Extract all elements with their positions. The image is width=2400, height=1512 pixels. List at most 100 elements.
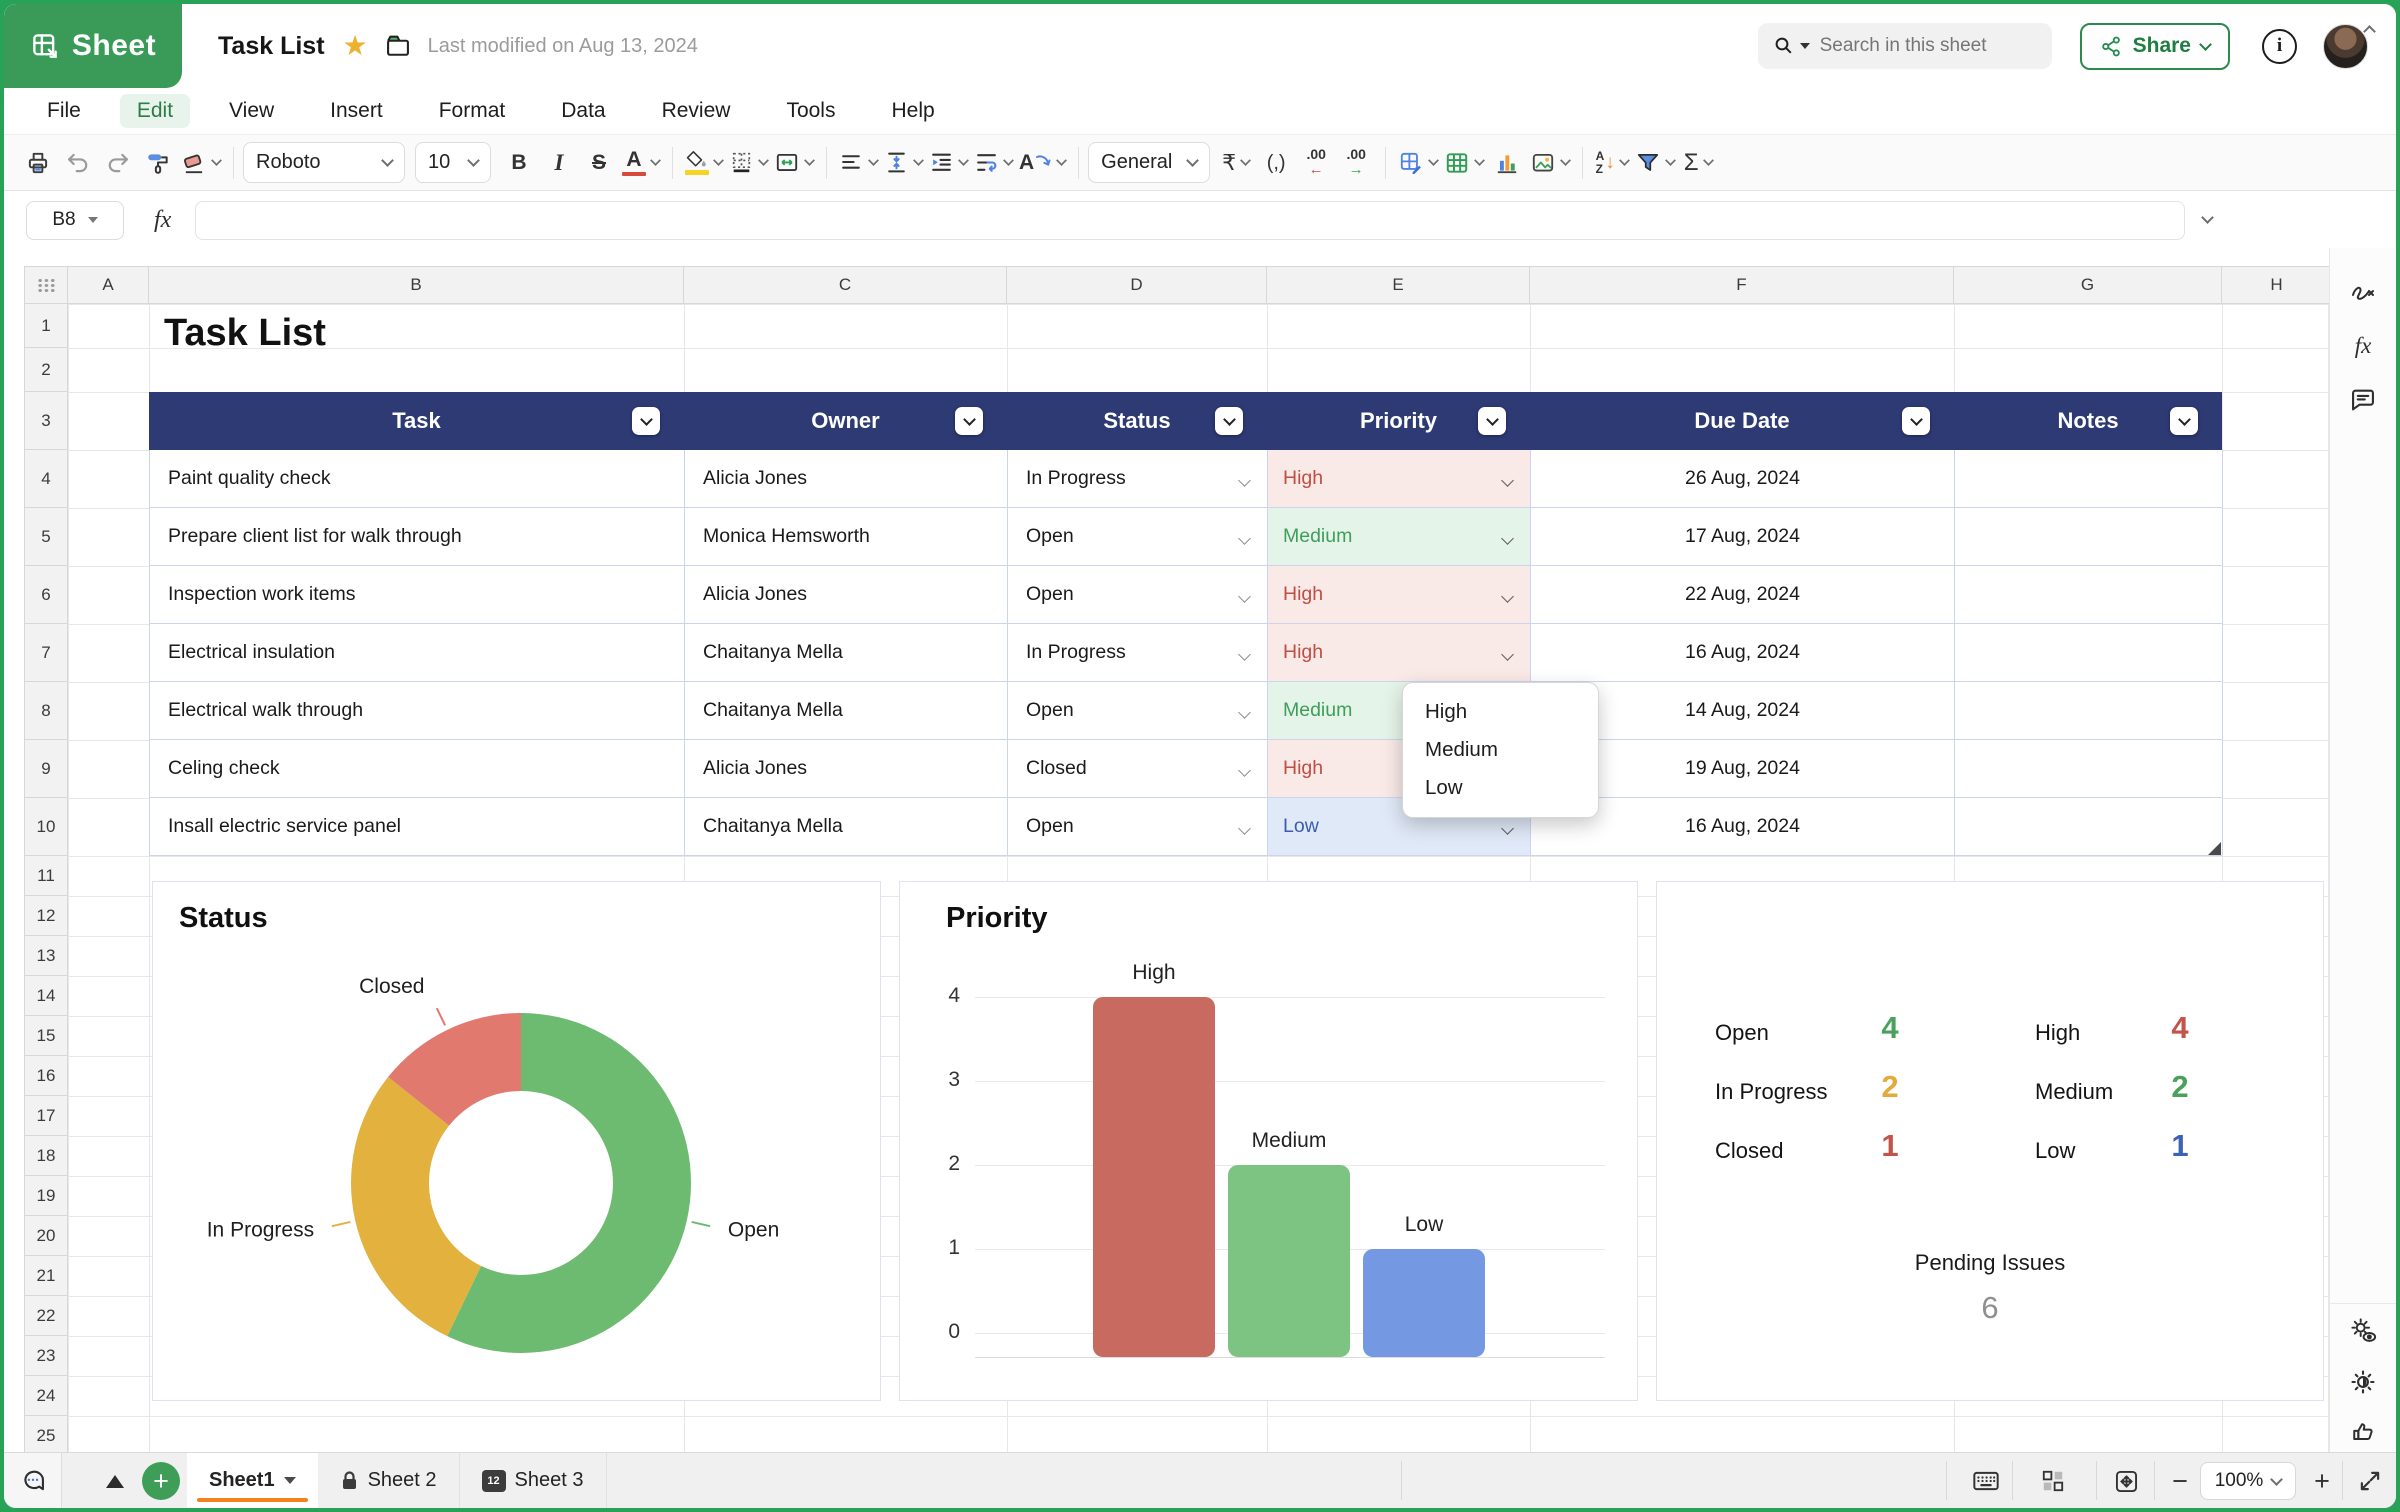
functions-icon[interactable]: fx xyxy=(2341,324,2385,368)
insert-image-button[interactable] xyxy=(1527,142,1573,184)
chevron-down-icon[interactable] xyxy=(1238,822,1251,835)
cell-owner[interactable]: Chaitanya Mella xyxy=(685,798,1008,855)
chevron-down-icon[interactable] xyxy=(1501,532,1514,545)
zia-assistant-icon[interactable] xyxy=(2341,270,2385,314)
decrease-decimal-button[interactable]: .00← xyxy=(1296,142,1336,184)
collapse-toolbar-button[interactable] xyxy=(2365,20,2374,38)
cell-notes[interactable] xyxy=(1955,566,2223,623)
column-header-c[interactable]: C xyxy=(684,266,1007,304)
comments-icon[interactable] xyxy=(2341,378,2385,422)
cell-notes[interactable] xyxy=(1955,624,2223,681)
tab-menu-caret-icon[interactable] xyxy=(284,1477,296,1484)
row-header-5[interactable]: 5 xyxy=(25,508,68,566)
row-header-18[interactable]: 18 xyxy=(25,1136,68,1176)
formula-input[interactable] xyxy=(195,201,2185,240)
fit-to-screen-button[interactable] xyxy=(2106,1461,2146,1501)
search-options-caret-icon[interactable] xyxy=(1800,43,1810,49)
increase-decimal-button[interactable]: .00→ xyxy=(1336,142,1376,184)
cell-notes[interactable] xyxy=(1955,740,2223,797)
zoom-out-button[interactable]: − xyxy=(2160,1461,2200,1501)
currency-format-button[interactable]: ₹ xyxy=(1216,142,1256,184)
cell-status[interactable]: Open xyxy=(1008,682,1268,739)
row-header-11[interactable]: 11 xyxy=(25,856,68,896)
menu-insert[interactable]: Insert xyxy=(313,94,400,128)
share-button[interactable]: Share xyxy=(2080,23,2230,70)
merge-cells-button[interactable] xyxy=(771,142,817,184)
chevron-down-icon[interactable] xyxy=(1501,822,1514,835)
chevron-down-icon[interactable] xyxy=(1238,706,1251,719)
cell-notes[interactable] xyxy=(1955,508,2223,565)
column-header-d[interactable]: D xyxy=(1007,266,1267,304)
column-header-e[interactable]: E xyxy=(1267,266,1530,304)
cell-task[interactable]: Electrical insulation xyxy=(150,624,685,681)
sort-button[interactable]: AZ ↓ xyxy=(1592,142,1632,184)
text-rotate-button[interactable]: A xyxy=(1016,142,1069,184)
popup-option-medium[interactable]: Medium xyxy=(1403,731,1598,769)
menu-view[interactable]: View xyxy=(212,94,291,128)
print-button[interactable] xyxy=(18,142,58,184)
cell-priority[interactable]: High xyxy=(1268,624,1531,681)
cell-status[interactable]: Closed xyxy=(1008,740,1268,797)
menu-review[interactable]: Review xyxy=(645,94,748,128)
zoom-in-button[interactable]: + xyxy=(2302,1461,2342,1501)
row-header-8[interactable]: 8 xyxy=(25,682,68,740)
menu-data[interactable]: Data xyxy=(544,94,622,128)
cell-due-date[interactable]: 16 Aug, 2024 xyxy=(1531,624,1955,681)
row-header-17[interactable]: 17 xyxy=(25,1096,68,1136)
column-header-f[interactable]: F xyxy=(1530,266,1954,304)
user-avatar[interactable] xyxy=(2323,24,2368,69)
filter-button[interactable] xyxy=(1632,142,1678,184)
fullscreen-button[interactable] xyxy=(2350,1461,2390,1501)
menu-file[interactable]: File xyxy=(30,94,98,128)
cell-priority[interactable]: Medium xyxy=(1268,508,1531,565)
row-header-2[interactable]: 2 xyxy=(25,348,68,392)
sheet-title[interactable]: Task List xyxy=(164,312,326,355)
chevron-down-icon[interactable] xyxy=(1501,648,1514,661)
priority-chart-card[interactable]: Priority 43210HighMediumLow xyxy=(899,881,1638,1401)
row-header-4[interactable]: 4 xyxy=(25,450,68,508)
vertical-align-button[interactable] xyxy=(881,142,926,184)
app-logo[interactable]: Sheet xyxy=(4,4,182,88)
column-header-a[interactable]: A xyxy=(68,266,149,304)
summary-card[interactable]: Open4In Progress2Closed1High4Medium2Low1… xyxy=(1656,881,2324,1401)
tab-sheet1[interactable]: Sheet1 xyxy=(187,1453,318,1508)
sheet-list-button[interactable] xyxy=(106,1475,124,1488)
select-all-corner[interactable] xyxy=(24,266,68,304)
row-header-21[interactable]: 21 xyxy=(25,1256,68,1296)
row-header-1[interactable]: 1 xyxy=(25,304,68,348)
menu-help[interactable]: Help xyxy=(874,94,951,128)
row-header-10[interactable]: 10 xyxy=(25,798,68,856)
cell-notes[interactable] xyxy=(1955,450,2223,507)
popup-option-high[interactable]: High xyxy=(1403,693,1598,731)
filter-dropdown-button[interactable] xyxy=(1902,407,1930,435)
strikethrough-button[interactable]: S xyxy=(579,142,619,184)
row-header-19[interactable]: 19 xyxy=(25,1176,68,1216)
filter-dropdown-button[interactable] xyxy=(955,407,983,435)
row-header-22[interactable]: 22 xyxy=(25,1296,68,1336)
cell-status[interactable]: Open xyxy=(1008,508,1268,565)
tab-sheet2[interactable]: Sheet 2 xyxy=(318,1453,460,1508)
insert-table-button[interactable] xyxy=(1441,142,1487,184)
filter-dropdown-button[interactable] xyxy=(632,407,660,435)
indent-button[interactable] xyxy=(926,142,971,184)
chevron-down-icon[interactable] xyxy=(1238,590,1251,603)
row-header-13[interactable]: 13 xyxy=(25,936,68,976)
cell-due-date[interactable]: 17 Aug, 2024 xyxy=(1531,508,1955,565)
sum-button[interactable]: Σ xyxy=(1678,142,1718,184)
cell-notes[interactable] xyxy=(1955,798,2223,855)
conditional-format-button[interactable] xyxy=(1395,142,1441,184)
fill-color-button[interactable] xyxy=(682,142,726,184)
add-sheet-button[interactable]: + xyxy=(142,1462,180,1500)
cell-due-date[interactable]: 22 Aug, 2024 xyxy=(1531,566,1955,623)
row-header-25[interactable]: 25 xyxy=(25,1416,68,1452)
status-chart-card[interactable]: Status OpenIn ProgressClosed xyxy=(152,881,881,1401)
show-comments-button[interactable] xyxy=(4,1453,62,1508)
row-header-24[interactable]: 24 xyxy=(25,1376,68,1416)
cell-task[interactable]: Insall electric service panel xyxy=(150,798,685,855)
chevron-down-icon[interactable] xyxy=(1238,648,1251,661)
cell-task[interactable]: Paint quality check xyxy=(150,450,685,507)
row-header-14[interactable]: 14 xyxy=(25,976,68,1016)
column-header-g[interactable]: G xyxy=(1954,266,2222,304)
row-header-23[interactable]: 23 xyxy=(25,1336,68,1376)
cell-owner[interactable]: Alicia Jones xyxy=(685,566,1008,623)
